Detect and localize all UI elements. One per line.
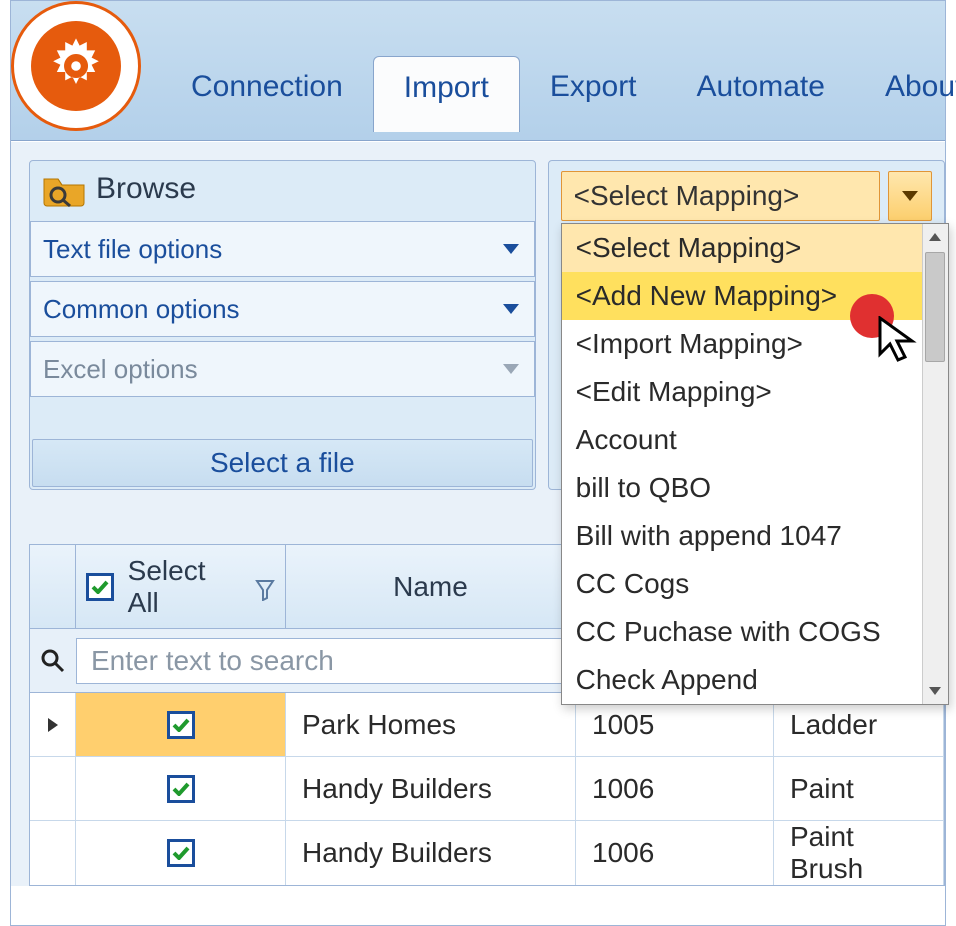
cell-name: Park Homes <box>286 693 576 756</box>
mapping-option[interactable]: bill to QBO <box>562 464 922 512</box>
table-row[interactable]: Handy Builders1006Paint <box>30 757 944 821</box>
browse-label: Browse <box>96 172 196 206</box>
cell-item: Paint Brush <box>774 821 944 885</box>
mapping-dropdown[interactable]: <Select Mapping><Add New Mapping><Import… <box>561 223 949 705</box>
grid-body: Park Homes1005LadderHandy Builders1006Pa… <box>30 693 944 885</box>
row-checkbox[interactable] <box>167 775 195 803</box>
text-file-options-label: Text file options <box>43 234 222 265</box>
row-indicator <box>30 757 76 820</box>
menu-about[interactable]: About <box>855 56 956 128</box>
cell-id: 1006 <box>576 821 774 885</box>
gear-icon <box>46 36 106 96</box>
dropdown-scrollbar[interactable] <box>922 224 948 704</box>
row-indicator-header <box>30 545 76 628</box>
mapping-dropdown-button[interactable] <box>888 171 932 221</box>
mapping-option[interactable]: <Import Mapping> <box>562 320 922 368</box>
mapping-option[interactable]: <Select Mapping> <box>562 224 922 272</box>
cell-item: Paint <box>774 757 944 820</box>
select-all-checkbox[interactable] <box>86 573 114 601</box>
chevron-down-icon <box>902 191 918 201</box>
mapping-option[interactable]: Check Append <box>562 656 922 704</box>
row-indicator <box>30 821 76 885</box>
name-column-header[interactable]: Name <box>286 545 576 628</box>
table-row[interactable]: Handy Builders1006Paint Brush <box>30 821 944 885</box>
menu-export[interactable]: Export <box>520 56 667 128</box>
app-window: Connection Import Export Automate About <box>10 0 946 926</box>
common-options-label: Common options <box>43 294 240 325</box>
menu-automate[interactable]: Automate <box>667 56 855 128</box>
mapping-option[interactable]: <Add New Mapping> <box>562 272 922 320</box>
row-checkbox-cell[interactable] <box>76 757 286 820</box>
menu-connection[interactable]: Connection <box>161 56 373 128</box>
search-icon <box>30 648 76 674</box>
chevron-down-icon <box>500 358 522 380</box>
app-logo[interactable] <box>11 1 141 131</box>
select-all-header[interactable]: Select All <box>76 545 286 628</box>
mapping-option[interactable]: Account <box>562 416 922 464</box>
cell-id: 1006 <box>576 757 774 820</box>
chevron-down-icon <box>500 298 522 320</box>
filter-icon[interactable] <box>255 576 275 598</box>
excel-options-label: Excel options <box>43 354 198 385</box>
scroll-thumb[interactable] <box>925 252 945 362</box>
row-indicator <box>30 693 76 756</box>
row-checkbox-cell[interactable] <box>76 821 286 885</box>
mapping-option[interactable]: CC Puchase with COGS <box>562 608 922 656</box>
mapping-option[interactable]: CC Cogs <box>562 560 922 608</box>
cell-name: Handy Builders <box>286 821 576 885</box>
row-checkbox[interactable] <box>167 711 195 739</box>
mapping-select-value: <Select Mapping> <box>574 180 800 212</box>
select-file-footer: Select a file <box>32 439 533 487</box>
common-options[interactable]: Common options <box>30 281 535 337</box>
mapping-option[interactable]: <Edit Mapping> <box>562 368 922 416</box>
chevron-down-icon <box>500 238 522 260</box>
cell-name: Handy Builders <box>286 757 576 820</box>
ribbon-content: Browse Text file options Common options … <box>11 141 945 886</box>
text-file-options[interactable]: Text file options <box>30 221 535 277</box>
scroll-up-button[interactable] <box>923 224 948 250</box>
excel-options: Excel options <box>30 341 535 397</box>
ribbon-bar: Connection Import Export Automate About <box>11 1 945 141</box>
row-checkbox-cell[interactable] <box>76 693 286 756</box>
select-all-label: Select All <box>128 555 241 619</box>
folder-search-icon <box>42 171 86 207</box>
mapping-panel: <Select Mapping> <Select Mapping><Add Ne… <box>548 160 945 490</box>
browse-button[interactable]: Browse <box>30 161 535 217</box>
row-checkbox[interactable] <box>167 839 195 867</box>
mapping-select[interactable]: <Select Mapping> <box>561 171 880 221</box>
scroll-down-button[interactable] <box>923 678 948 704</box>
mapping-option[interactable]: Bill with append 1047 <box>562 512 922 560</box>
menu-import[interactable]: Import <box>373 56 520 132</box>
file-panel: Browse Text file options Common options … <box>29 160 536 490</box>
